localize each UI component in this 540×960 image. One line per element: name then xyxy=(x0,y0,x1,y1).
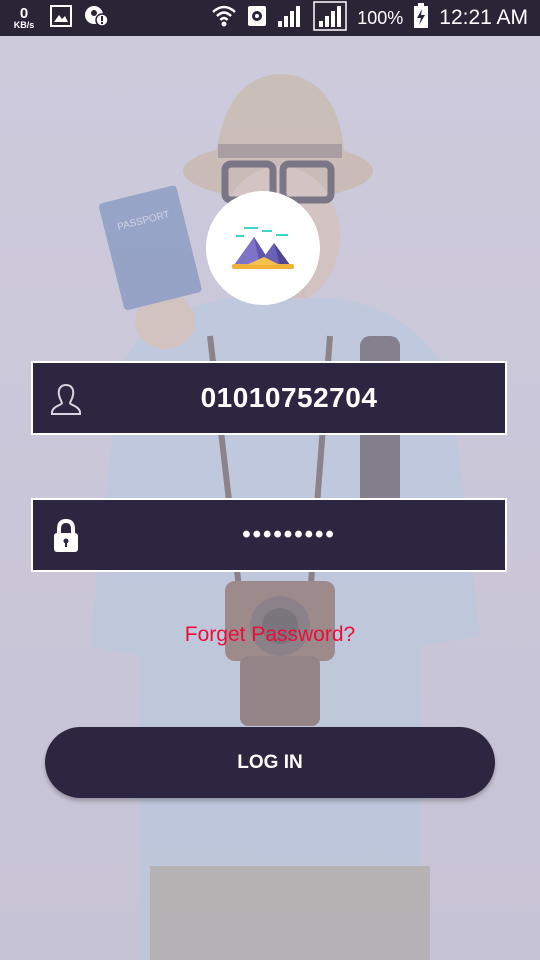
username-field[interactable]: 01010752704 xyxy=(31,361,507,435)
app-logo xyxy=(206,191,320,305)
battery-charging-icon xyxy=(413,2,429,34)
password-input-value[interactable]: ••••••••• xyxy=(93,500,485,570)
network-speed: 0 KB/s xyxy=(10,6,38,30)
network-speed-value: 0 xyxy=(19,5,29,22)
status-bar-left: 0 KB/s xyxy=(10,0,109,36)
status-bar: 0 KB/s 100% 12:21 AM xyxy=(0,0,540,36)
signal-icon xyxy=(277,4,303,33)
status-bar-right: 100% 12:21 AM xyxy=(211,0,528,36)
login-button-label: LOG IN xyxy=(237,751,303,773)
battery-percent: 100% xyxy=(357,7,404,28)
clock: 12:21 AM xyxy=(439,6,528,29)
network-speed-unit: KB/s xyxy=(13,20,35,30)
signal-icon xyxy=(313,0,347,36)
location-icon xyxy=(247,5,267,32)
mountains-logo-icon xyxy=(232,227,294,269)
user-icon xyxy=(49,381,83,417)
notification-alert-icon xyxy=(84,5,109,32)
username-input-value[interactable]: 01010752704 xyxy=(93,363,485,433)
forget-password-link[interactable]: Forget Password? xyxy=(0,623,540,647)
login-button[interactable]: LOG IN xyxy=(45,727,495,798)
wifi-icon xyxy=(211,4,237,33)
gallery-icon xyxy=(50,4,72,32)
lock-icon xyxy=(49,518,83,554)
password-field[interactable]: ••••••••• xyxy=(31,498,507,572)
